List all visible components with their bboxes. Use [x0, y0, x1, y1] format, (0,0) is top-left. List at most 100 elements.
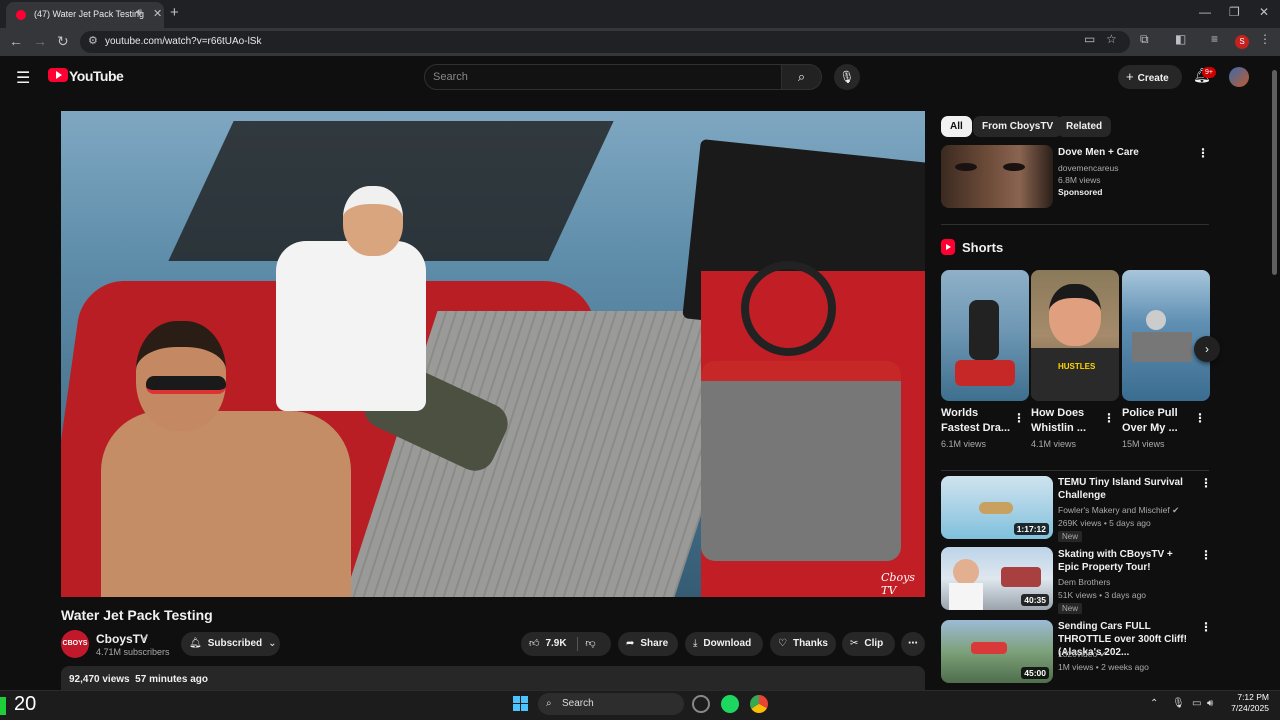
volume-icon[interactable]: 🔊︎ [1207, 698, 1213, 709]
share-button[interactable]: ➦ Share [618, 632, 678, 656]
channel-avatar[interactable]: CBOYS [61, 630, 89, 658]
short-title[interactable]: Worlds Fastest Dra... [941, 406, 1016, 436]
spotify-app-icon[interactable] [721, 695, 739, 713]
browser-profile-avatar[interactable]: S [1235, 35, 1249, 49]
youtube-logo-icon[interactable] [48, 68, 68, 82]
subscriber-count: 4.71M subscribers [96, 647, 170, 657]
reload-icon[interactable]: ↻ [57, 33, 69, 50]
thanks-button[interactable]: ♡ Thanks [770, 632, 836, 656]
video-more-icon[interactable]: ⋮ [1200, 548, 1212, 562]
extensions-icon[interactable]: ⧉ [1140, 32, 1149, 47]
download-icon: ⤓ [693, 638, 698, 649]
side-panel-icon[interactable]: ◧ [1175, 32, 1186, 46]
ad-more-icon[interactable]: ⋮ [1197, 146, 1209, 160]
minimize-icon[interactable]: — [1199, 5, 1211, 19]
short-views: 6.1M views [941, 439, 987, 449]
create-button[interactable]: + Create [1118, 65, 1182, 89]
short-title[interactable]: Police Pull Over My ... [1122, 406, 1197, 436]
chip-all[interactable]: All [941, 116, 972, 137]
more-actions-button[interactable]: ⋯ [901, 632, 925, 656]
short-more-icon[interactable]: ⋮ [1013, 411, 1025, 425]
page-scrollbar[interactable] [1272, 70, 1277, 275]
cast-icon[interactable]: ▭ [1084, 32, 1095, 46]
address-bar[interactable]: ⚙︎ youtube.com/watch?v=r66tUAo-lSk [80, 31, 1130, 53]
channel-watermark[interactable]: Cboys TV [881, 571, 925, 597]
copilot-app-icon[interactable] [692, 695, 710, 713]
video-duration: 1:17:12 [1013, 523, 1049, 535]
description-box[interactable]: 92,470 views 57 minutes ago [61, 666, 925, 690]
back-icon[interactable]: ← [9, 33, 23, 49]
video-more-icon[interactable]: ⋮ [1200, 476, 1212, 490]
video-thumbnail[interactable]: 40:35 [941, 547, 1053, 610]
youtube-logo-text[interactable]: YouTube [69, 68, 124, 84]
video-meta: 269K views • 5 days ago [1058, 518, 1151, 528]
url-text: youtube.com/watch?v=r66tUAo-lSk [105, 36, 262, 47]
video-more-icon[interactable]: ⋮ [1200, 620, 1212, 634]
video-frame-person-shirtless [101, 411, 351, 597]
thumbs-down-icon: 👎︎ [585, 638, 596, 649]
microphone-tray-icon[interactable]: 🎙︎ [1172, 698, 1185, 709]
video-channel[interactable]: Dem Brothers [1058, 577, 1110, 587]
subscribed-button[interactable]: 🔔︎ Subscribed ⌄ [181, 632, 280, 656]
taskbar-search[interactable]: ⌕ Search [538, 693, 684, 715]
start-button[interactable] [513, 696, 529, 712]
chip-from-channel[interactable]: From CboysTV [973, 116, 1063, 137]
new-badge: New [1058, 531, 1083, 542]
chip-related[interactable]: Related [1057, 116, 1112, 137]
video-channel-name: 1320video [1058, 649, 1098, 659]
tray-overflow-icon[interactable]: ⌃ [1150, 698, 1158, 709]
short-thumbnail[interactable] [941, 270, 1029, 401]
forward-icon[interactable]: → [33, 33, 47, 49]
weather-temperature[interactable]: 20 [14, 693, 36, 716]
short-more-icon[interactable]: ⋮ [1194, 411, 1206, 425]
close-window-icon[interactable]: ✕ [1259, 5, 1269, 19]
speaker-icon[interactable]: 🔊︎ [136, 7, 142, 18]
network-icon[interactable]: ▭ [1192, 698, 1201, 709]
video-title-link[interactable]: Skating with CBoysTV + Epic Property Tou… [1058, 548, 1193, 574]
like-divider [577, 637, 578, 651]
dislike-button[interactable]: 👎︎ [585, 638, 595, 649]
menu-icon[interactable]: ☰ [16, 68, 30, 88]
short-overlay-text: HUSTLES [1058, 362, 1096, 371]
short-more-icon[interactable]: ⋮ [1103, 411, 1115, 425]
short-thumbnail[interactable]: HUSTLES [1031, 270, 1119, 401]
media-controls-icon[interactable]: ≡ [1211, 32, 1218, 46]
video-title-link[interactable]: TEMU Tiny Island Survival Challenge [1058, 476, 1193, 502]
ad-thumbnail[interactable] [941, 145, 1053, 208]
ad-title[interactable]: Dove Men + Care [1058, 146, 1193, 159]
bookmark-star-icon[interactable]: ☆ [1106, 32, 1117, 46]
plus-icon: + [1126, 69, 1134, 84]
windows-logo-icon [521, 704, 528, 711]
thumb-island [979, 502, 1013, 514]
restore-icon[interactable]: ❐ [1229, 5, 1240, 19]
search-box[interactable] [424, 64, 782, 90]
chrome-app-icon[interactable] [750, 695, 768, 713]
voice-search-button[interactable]: 🎙︎ [834, 64, 860, 90]
verified-icon: ✔︎ [141, 633, 149, 643]
shorts-next-button[interactable]: › [1194, 336, 1220, 362]
short-thumbnail[interactable] [1122, 270, 1210, 401]
search-icon: ⌕ [797, 69, 806, 84]
search-input[interactable] [433, 69, 763, 85]
user-avatar[interactable] [1229, 67, 1249, 87]
chrome-menu-icon[interactable]: ⋮ [1259, 32, 1271, 46]
ad-channel: dovemencareus [1058, 163, 1119, 173]
video-channel[interactable]: 1320video ✔︎ [1058, 649, 1107, 660]
video-channel[interactable]: Fowler's Makery and Mischief ✔︎ [1058, 505, 1179, 516]
clip-button[interactable]: ✂ Clip [842, 632, 895, 656]
video-frame-sunglasses [146, 376, 226, 394]
short-thumb-face [1049, 284, 1101, 346]
short-thumb-shirt [1031, 348, 1119, 401]
new-tab-button[interactable]: + [170, 4, 179, 21]
system-clock[interactable]: 7:12 PM 7/24/2025 [1225, 692, 1269, 714]
video-thumbnail[interactable]: 1:17:12 [941, 476, 1053, 539]
search-button[interactable]: ⌕ [781, 64, 822, 90]
video-player[interactable]: Cboys TV [61, 111, 925, 597]
close-tab-icon[interactable]: ✕ [153, 7, 162, 20]
browser-tab[interactable]: (47) Water Jet Pack Testing 🔊︎ ✕ [6, 2, 164, 28]
site-info-icon[interactable]: ⚙︎ [88, 34, 98, 47]
like-button[interactable]: 👍︎ 7.9K [529, 638, 567, 649]
video-thumbnail[interactable]: 45:00 [941, 620, 1053, 683]
download-button[interactable]: ⤓ Download [685, 632, 763, 656]
short-title[interactable]: How Does Whistlin ... [1031, 406, 1106, 436]
